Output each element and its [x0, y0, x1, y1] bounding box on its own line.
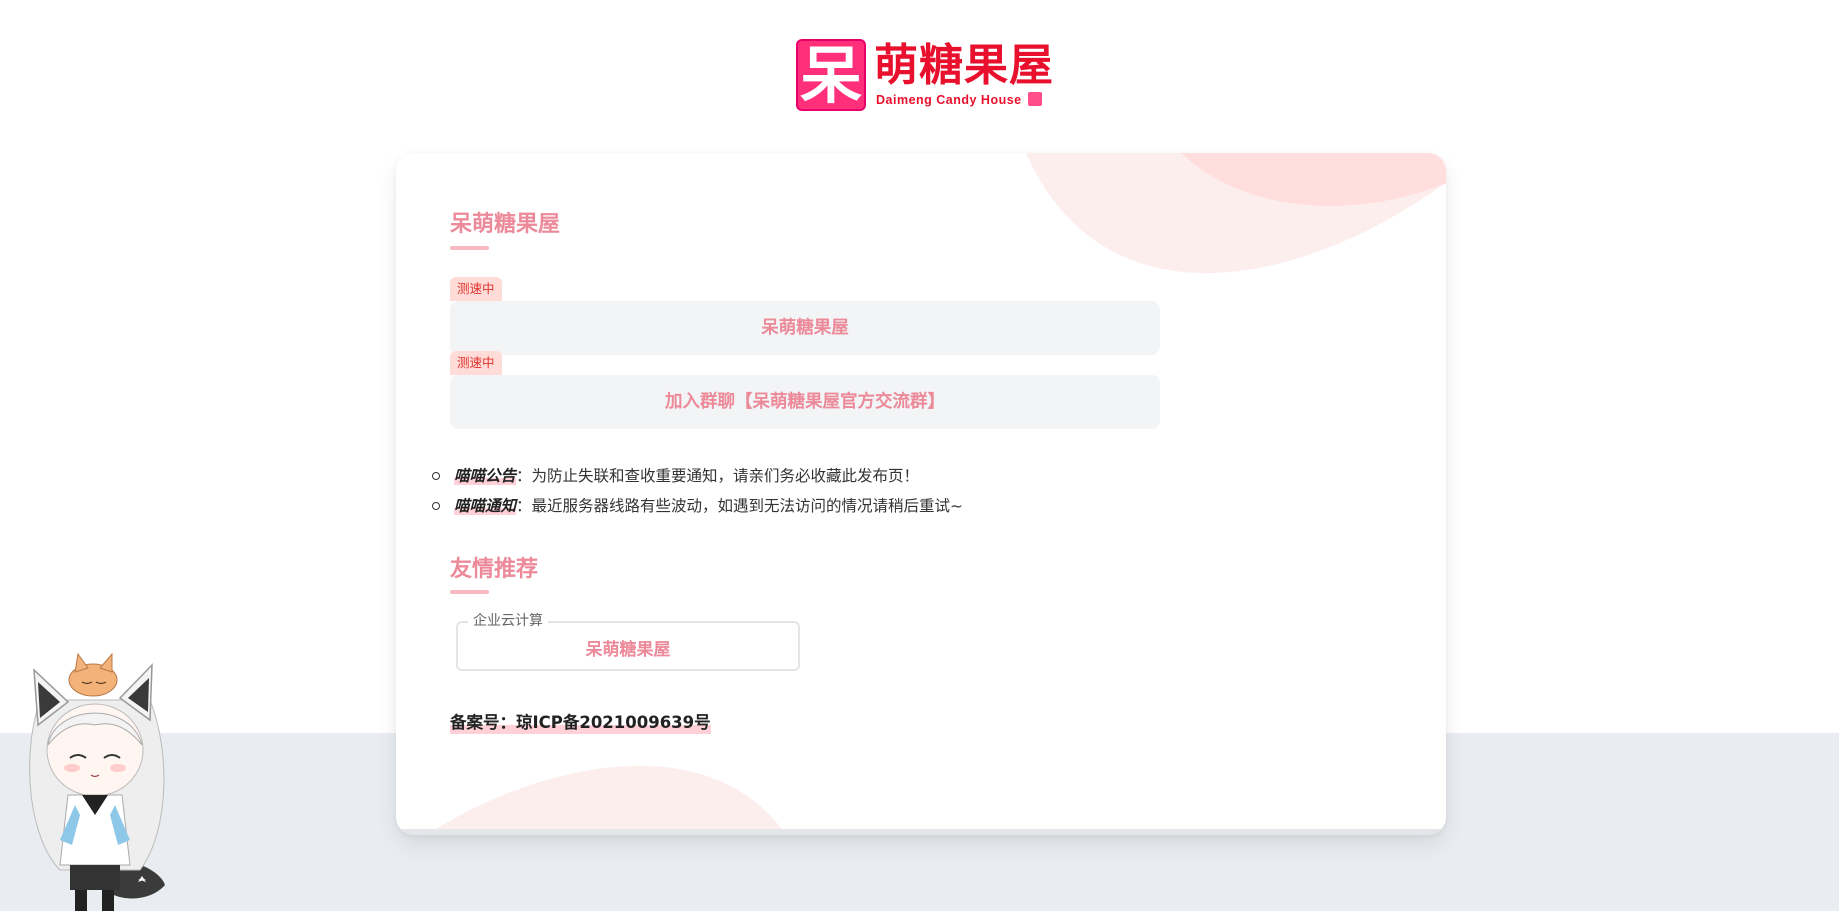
line-button-main[interactable]: 呆萌糖果屋 — [450, 301, 1160, 355]
notice-item: 喵喵公告：为防止失联和查收重要通知，请亲们务必收藏此发布页！ — [432, 461, 963, 491]
notice-item: 喵喵通知：最近服务器线路有些波动，如遇到无法访问的情况请稍后重试~ — [432, 491, 963, 521]
speed-test-tag: 测速中 — [450, 277, 502, 301]
friend-link-box: 企业云计算 呆萌糖果屋 — [456, 612, 800, 671]
bullet-icon — [432, 472, 440, 480]
friend-link[interactable]: 呆萌糖果屋 — [458, 635, 798, 660]
site-logo[interactable]: 呆 萌糖果屋 Daimeng Candy House — [795, 38, 1054, 112]
friend-box-legend: 企业云计算 — [468, 612, 548, 630]
notice-separator: ： — [516, 497, 532, 515]
bullet-icon — [432, 502, 440, 510]
main-card: 呆萌糖果屋 测速中 呆萌糖果屋 测速中 加入群聊【呆萌糖果屋官方交流群】 喵喵公… — [396, 153, 1446, 835]
section-title-underline — [450, 590, 489, 594]
logo-mark-icon: 呆 — [796, 39, 866, 111]
logo-subtitle: Daimeng Candy House — [876, 93, 1022, 107]
notice-title: 喵喵通知 — [454, 497, 517, 515]
notice-list: 喵喵公告：为防止失联和查收重要通知，请亲们务必收藏此发布页！ 喵喵通知：最近服务… — [432, 461, 963, 521]
logo-title: 萌糖果屋 — [874, 40, 1054, 91]
notice-title: 喵喵公告 — [454, 467, 517, 485]
speed-test-tag: 测速中 — [450, 351, 502, 375]
mascot-illustration — [29, 652, 165, 911]
section-title-main: 呆萌糖果屋 — [450, 212, 561, 237]
notice-text: 最近服务器线路有些波动，如遇到无法访问的情况请稍后重试~ — [531, 497, 964, 515]
notice-separator: ： — [516, 467, 532, 485]
icp-record[interactable]: 备案号：琼ICP备2021009639号 — [450, 712, 711, 734]
card-bottom-edge — [396, 829, 1446, 835]
logo-mark-glyph: 呆 — [799, 39, 862, 111]
join-group-button[interactable]: 加入群聊【呆萌糖果屋官方交流群】 — [450, 375, 1160, 429]
section-title-friends: 友情推荐 — [450, 557, 539, 582]
section-title-underline — [450, 246, 489, 250]
notice-text: 为防止失联和查收重要通知，请亲们务必收藏此发布页！ — [531, 467, 920, 485]
logo-square-icon — [1028, 92, 1042, 106]
